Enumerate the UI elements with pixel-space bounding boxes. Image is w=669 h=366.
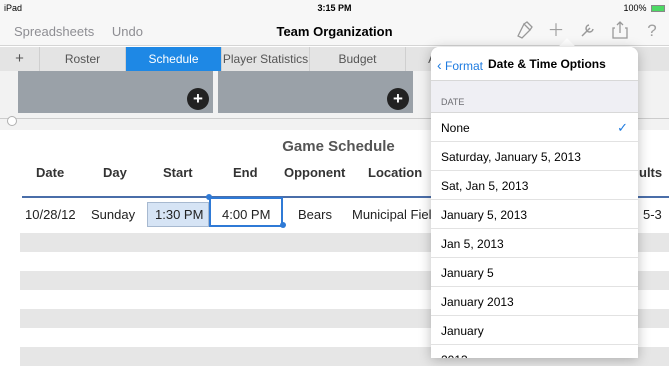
option-date-format[interactable]: Jan 5, 2013 bbox=[431, 229, 638, 258]
header-start: Start bbox=[163, 165, 193, 180]
cell-opponent[interactable]: Bears bbox=[298, 207, 332, 222]
add-media-button[interactable]: + bbox=[387, 88, 409, 110]
cell-date[interactable]: 10/28/12 bbox=[25, 207, 76, 222]
option-none[interactable]: None ✓ bbox=[431, 113, 638, 142]
option-date-format[interactable]: 2013 bbox=[431, 345, 638, 358]
selection-handle[interactable] bbox=[206, 194, 212, 200]
tab-player-statistics[interactable]: Player Statistics bbox=[222, 47, 310, 71]
status-bar: iPad 3:15 PM 100% bbox=[0, 0, 669, 16]
image-placeholder: + bbox=[218, 71, 413, 113]
popover-title: Date & Time Options bbox=[488, 57, 606, 71]
header-location: Location bbox=[368, 165, 423, 180]
add-icon[interactable]: ＋ bbox=[545, 21, 567, 41]
cell-end[interactable]: 4:00 PM bbox=[222, 207, 270, 222]
option-date-format[interactable]: January 2013 bbox=[431, 287, 638, 316]
battery-indicator: 100% bbox=[623, 3, 665, 13]
format-brush-icon[interactable] bbox=[513, 21, 535, 41]
plus-icon: + bbox=[15, 50, 24, 67]
share-icon[interactable] bbox=[609, 21, 631, 41]
status-time: 3:15 PM bbox=[317, 3, 352, 13]
help-icon[interactable]: ? bbox=[641, 21, 663, 41]
cell-location[interactable]: Municipal Fiel bbox=[352, 207, 431, 222]
format-back-button[interactable]: ‹ Format bbox=[437, 57, 483, 73]
option-date-format[interactable]: Saturday, January 5, 2013 bbox=[431, 142, 638, 171]
section-label: DATE bbox=[441, 97, 465, 107]
popover-header: ‹ Format Date & Time Options bbox=[431, 47, 638, 81]
option-date-format[interactable]: January 5, 2013 bbox=[431, 200, 638, 229]
image-placeholder: + bbox=[18, 71, 213, 113]
option-date-format[interactable]: Sat, Jan 5, 2013 bbox=[431, 171, 638, 200]
add-media-button[interactable]: + bbox=[187, 88, 209, 110]
wrench-icon[interactable] bbox=[577, 21, 599, 41]
tab-roster[interactable]: Roster bbox=[40, 47, 126, 71]
cell-results[interactable]: 5-3 bbox=[643, 207, 662, 222]
table-handle[interactable] bbox=[7, 116, 17, 126]
battery-icon bbox=[651, 5, 665, 13]
checkmark-icon: ✓ bbox=[617, 120, 628, 135]
chevron-left-icon: ‹ bbox=[437, 57, 442, 73]
option-date-format[interactable]: January bbox=[431, 316, 638, 345]
section-header: DATE bbox=[431, 81, 638, 113]
add-sheet-button[interactable]: + bbox=[0, 47, 40, 71]
tab-schedule[interactable]: Schedule bbox=[126, 47, 222, 71]
date-time-options-popover: ‹ Format Date & Time Options DATE None ✓… bbox=[431, 47, 638, 358]
header-results: ults bbox=[639, 165, 663, 180]
cell-start[interactable]: 1:30 PM bbox=[155, 207, 203, 222]
tab-budget[interactable]: Budget bbox=[310, 47, 406, 71]
header-end: End bbox=[233, 165, 258, 180]
option-date-format[interactable]: January 5 bbox=[431, 258, 638, 287]
cell-day[interactable]: Sunday bbox=[91, 207, 135, 222]
header-date: Date bbox=[36, 165, 65, 180]
selection-handle[interactable] bbox=[280, 222, 286, 228]
header-day: Day bbox=[103, 165, 127, 180]
battery-percent: 100% bbox=[623, 3, 647, 13]
header-opponent: Opponent bbox=[284, 165, 346, 180]
